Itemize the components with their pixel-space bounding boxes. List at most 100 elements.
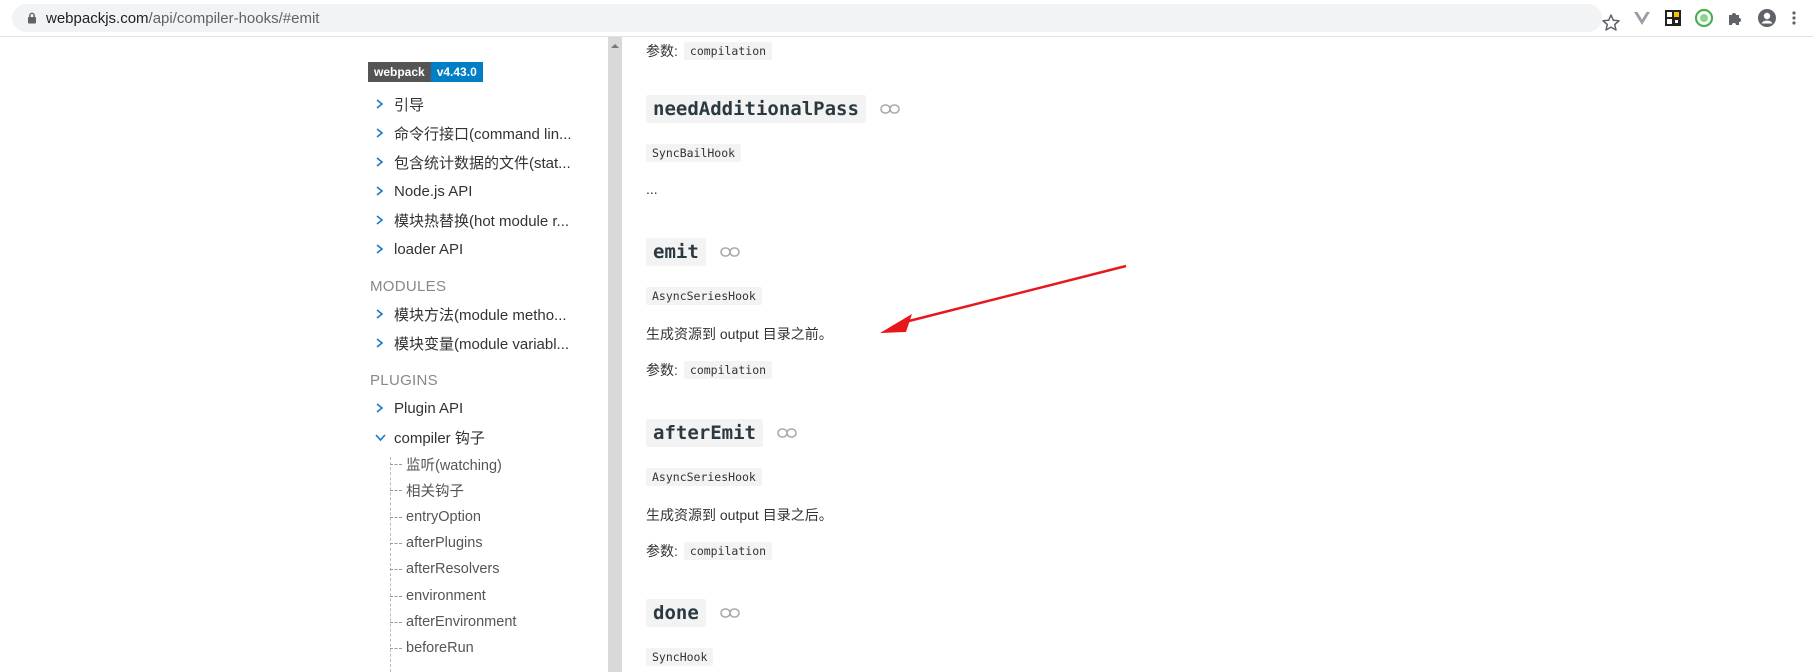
sub-item-after-resolvers[interactable]: afterResolvers [390,559,499,579]
chevron-right-icon [376,186,384,196]
sidebar-item-label: 模块热替换(hot module r... [394,212,570,230]
hook-heading: needAdditionalPass [646,95,900,123]
version-badge[interactable]: webpack v4.43.0 [368,62,483,82]
sidebar-item-module-variables[interactable]: 模块变量(module variabl... [372,332,569,354]
param-code: compilation [683,42,773,60]
sub-item-environment[interactable]: environment [390,586,486,606]
plugins-heading: PLUGINS [370,372,438,389]
param-code: compilation [683,542,773,560]
param-row: 参数: compilation [646,41,773,61]
param-label: 参数: [646,43,678,59]
bookmark-star-icon[interactable] [1600,12,1622,34]
sidebar-scrollbar[interactable] [608,37,622,672]
param-row: 参数: compilation [646,360,773,380]
hook-type: SyncBailHook [646,144,742,162]
chevron-right-icon [376,128,384,138]
scroll-up-arrow-icon[interactable] [608,40,622,52]
hook-type: AsyncSeriesHook [646,468,762,486]
docs-sidebar: webpack v4.43.0 引导 命令行接口(command lin... … [0,37,608,672]
hook-heading: afterEmit [646,419,797,447]
sub-item-related-hooks[interactable]: 相关钩子 [390,480,464,500]
vue-devtools-icon[interactable] [1632,8,1652,28]
address-bar[interactable]: webpackjs.com/api/compiler-hooks/#emit [12,4,1620,32]
param-label: 参数: [646,543,678,559]
chevron-right-icon [376,338,384,348]
hook-type: AsyncSeriesHook [646,287,762,305]
sidebar-item-label: 模块方法(module metho... [394,306,567,324]
sub-item-label: environment [406,588,486,604]
sub-item-label: afterEnvironment [406,614,517,630]
url-host: webpackjs.com [46,10,149,27]
chevron-right-icon [376,403,384,413]
sidebar-item-label: Node.js API [394,182,473,200]
sub-item-label: 相关钩子 [406,483,464,500]
sub-item-label: afterPlugins [406,535,483,551]
chevron-right-icon [376,215,384,225]
url-text[interactable]: webpackjs.com/api/compiler-hooks/#emit [46,10,319,27]
sub-item-after-plugins[interactable]: afterPlugins [390,533,483,553]
param-label: 参数: [646,362,678,378]
chevron-right-icon [376,99,384,109]
sub-item-label: entryOption [406,509,481,525]
hook-description: 生成资源到 output 目录之前。 [646,326,833,342]
hook-type: SyncHook [646,648,714,666]
param-row: 参数: compilation [646,541,773,561]
tree-dash [390,647,402,649]
chevron-right-icon [376,157,384,167]
sidebar-item-nodejs-api[interactable]: Node.js API [372,180,472,202]
main-content: 参数: compilation needAdditionalPass SyncB… [622,37,1813,672]
qr-code-icon[interactable] [1663,8,1683,28]
sidebar-item-guide[interactable]: 引导 [372,93,424,115]
sub-item-before-run[interactable]: beforeRun [390,638,474,658]
link-anchor-icon[interactable] [719,607,740,619]
link-anchor-icon[interactable] [719,246,740,258]
modules-heading: MODULES [370,278,447,295]
url-path: /api/compiler-hooks/#emit [148,10,320,27]
sub-item-after-environment[interactable]: afterEnvironment [390,612,516,632]
tree-dash [390,489,402,491]
hook-heading: emit [646,238,740,266]
sidebar-item-plugin-api[interactable]: Plugin API [372,397,463,419]
extensions-puzzle-icon[interactable] [1725,8,1745,28]
sub-item-watching[interactable]: 监听(watching) [390,454,502,474]
lock-icon [28,12,36,24]
sidebar-item-module-methods[interactable]: 模块方法(module metho... [372,303,567,325]
sub-item-label: afterResolvers [406,561,500,577]
sidebar-item-label: 引导 [394,96,425,114]
sidebar-item-hmr[interactable]: 模块热替换(hot module r... [372,209,569,231]
link-anchor-icon[interactable] [880,103,900,115]
sidebar-item-stats[interactable]: 包含统计数据的文件(stat... [372,151,571,173]
tree-dash [390,516,402,518]
sidebar-item-cli[interactable]: 命令行接口(command lin... [372,122,572,144]
hook-type-code: SyncBailHook [646,144,742,162]
hook-name: emit [646,238,706,266]
badge-version: v4.43.0 [430,62,483,82]
sidebar-item-label: loader API [394,240,464,258]
hook-heading: done [646,599,740,627]
sidebar-item-loader-api[interactable]: loader API [372,238,463,260]
more-menu-icon[interactable] [1789,8,1799,28]
hook-name: needAdditionalPass [646,95,866,123]
chevron-down-icon [375,434,386,442]
sidebar-item-label: 包含统计数据的文件(stat... [394,154,571,172]
sub-item-label: beforeRun [406,640,474,656]
sidebar-item-label: Plugin API [394,399,464,417]
sidebar-item-label: 模块变量(module variabl... [394,335,570,353]
hook-type-code: SyncHook [646,648,714,666]
tree-dash [390,542,402,544]
hook-type-code: AsyncSeriesHook [646,468,762,486]
sub-item-entry-option[interactable]: entryOption [390,507,481,527]
profile-avatar-icon[interactable] [1757,8,1777,28]
color-picker-icon[interactable] [1694,8,1714,28]
hook-type-code: AsyncSeriesHook [646,287,762,305]
link-anchor-icon[interactable] [777,427,797,439]
sidebar-item-compiler-hooks[interactable]: compiler 钩子 [372,426,485,448]
sidebar-item-label: compiler 钩子 [394,429,485,447]
tree-dash [390,463,402,465]
hook-description: 生成资源到 output 目录之后。 [646,507,833,523]
hook-name: afterEmit [646,419,763,447]
tree-dash [390,595,402,597]
sidebar-item-label: 命令行接口(command lin... [394,125,572,143]
sub-item-label: 监听(watching) [406,457,502,474]
tree-dash [390,621,402,623]
